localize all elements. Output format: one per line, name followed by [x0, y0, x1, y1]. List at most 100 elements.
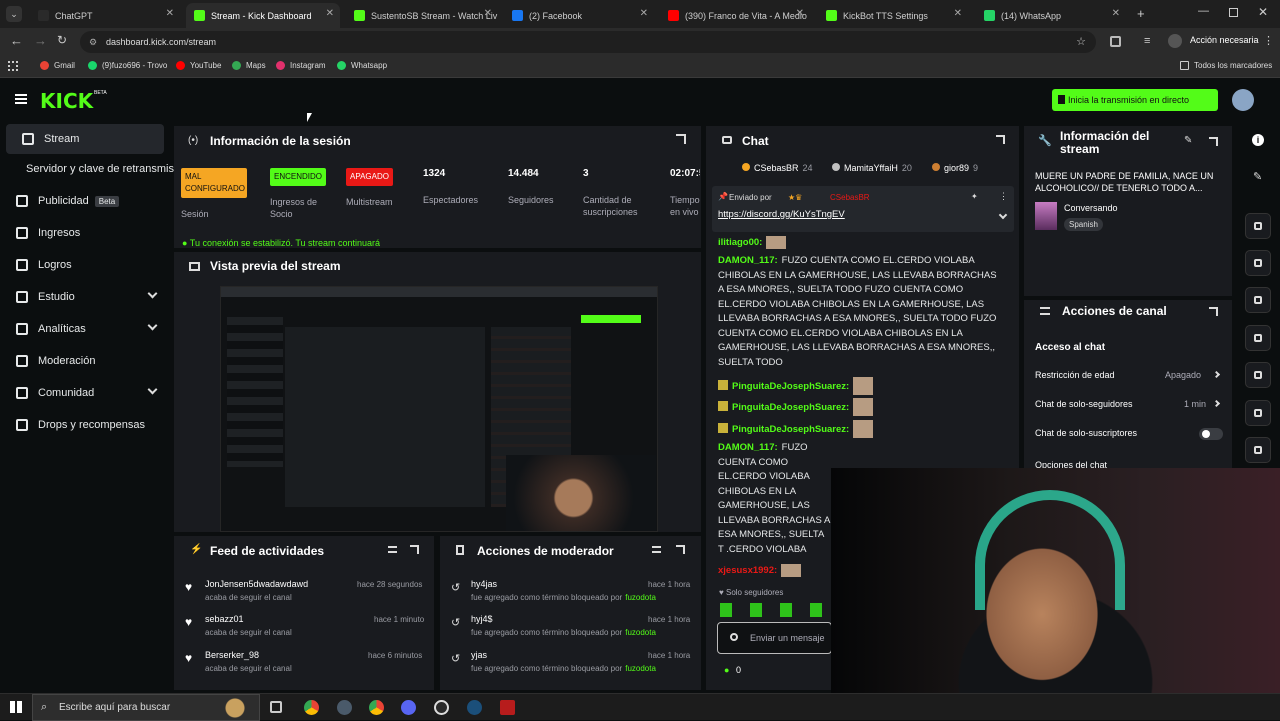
popout-icon[interactable] [676, 545, 685, 554]
browser-tab[interactable]: Stream - Kick Dashboard ✕ [186, 3, 340, 28]
bookmark-link[interactable]: (9)fuzo696 - Trovo [88, 61, 167, 70]
moderator-name[interactable]: fuzodota [625, 628, 656, 637]
pinned-link[interactable]: https://discord.gg/KuYsTngEV [718, 209, 845, 220]
bookmark-star-icon[interactable]: ☆ [1076, 31, 1086, 53]
bookmark-link[interactable]: Instagram [276, 61, 326, 70]
popout-icon[interactable] [410, 545, 419, 554]
app-icon[interactable] [337, 700, 352, 715]
bookmark-link[interactable]: Gmail [40, 61, 75, 70]
profile-icon[interactable] [1168, 34, 1182, 48]
tab-close-icon[interactable]: ✕ [326, 8, 334, 19]
popout-icon[interactable] [1209, 307, 1218, 316]
discord-icon[interactable] [401, 700, 416, 715]
windows-start-icon[interactable] [10, 701, 22, 713]
apps-grid-icon[interactable] [8, 61, 18, 71]
task-view-icon[interactable] [270, 701, 282, 713]
bookmark-link[interactable]: YouTube [176, 61, 221, 70]
kick-points-counter[interactable]: ● 0 [724, 665, 741, 675]
pinned-menu-icon[interactable]: ⋮ [999, 191, 1008, 202]
sidebar-item[interactable]: Estudio [0, 282, 166, 312]
lightning-icon[interactable] [1245, 250, 1271, 276]
chat-icon[interactable] [1245, 325, 1271, 351]
url-input[interactable]: ⚙ dashboard.kick.com/stream ☆ [80, 31, 1096, 53]
hamburger-menu-icon[interactable] [15, 94, 27, 104]
browser-tab[interactable]: (2) Facebook ✕ [504, 3, 654, 28]
document-icon[interactable] [1245, 287, 1271, 313]
activity-user[interactable]: Berserker_98 [205, 650, 259, 660]
info-icon[interactable]: i [1252, 134, 1264, 146]
reload-icon[interactable]: ↻ [57, 33, 67, 47]
close-window-icon[interactable]: ✕ [1258, 5, 1268, 19]
chat-username[interactable]: ilitiago00: [718, 237, 762, 248]
chevron-down-icon[interactable] [147, 320, 158, 331]
tab-close-icon[interactable]: ✕ [1112, 8, 1120, 19]
chat-username[interactable]: DAMON_117: [718, 442, 778, 453]
back-icon[interactable]: ← [10, 33, 23, 48]
chat-setting-value[interactable]: Apagado [1165, 370, 1201, 380]
obs-icon[interactable] [434, 700, 449, 715]
chevron-down-icon[interactable] [147, 384, 158, 395]
popout-icon[interactable] [996, 135, 1005, 144]
taskbar-search-input[interactable]: ⌕ Escribe aquí para buscar [32, 694, 260, 721]
category-name[interactable]: Conversando [1064, 203, 1118, 213]
top-gifter[interactable]: CSebasBR 24 [742, 163, 813, 173]
user-avatar[interactable] [1232, 89, 1254, 111]
tab-close-icon[interactable]: ✕ [166, 8, 174, 19]
sidebar-item[interactable]: Stream [6, 124, 164, 154]
site-info-icon[interactable]: ⚙ [89, 31, 97, 53]
filter-icon[interactable] [388, 546, 397, 553]
chrome-icon[interactable] [304, 700, 319, 715]
action-needed-button[interactable]: Acción necesaria [1190, 35, 1259, 45]
chat-username[interactable]: DAMON_117: [718, 255, 778, 266]
tab-close-icon[interactable]: ✕ [640, 8, 648, 19]
stream-preview-video[interactable] [220, 286, 658, 532]
browser-tab[interactable]: (14) WhatsApp ✕ [976, 3, 1126, 28]
chevron-down-icon[interactable] [147, 288, 158, 299]
new-tab-icon[interactable]: + [1137, 6, 1145, 21]
all-bookmarks-link[interactable]: Todos los marcadores [1180, 61, 1272, 70]
chat-setting-value[interactable]: 1 min [1184, 399, 1206, 409]
browser-menu-icon[interactable]: ⋮ [1263, 34, 1274, 47]
filter-icon[interactable] [652, 546, 661, 553]
sidebar-item[interactable]: Comunidad [0, 378, 166, 408]
popout-icon[interactable] [1209, 137, 1218, 146]
unpin-icon[interactable]: ✦ [971, 192, 978, 201]
toggle-switch[interactable] [1199, 428, 1223, 440]
tab-list-icon[interactable]: ⌄ [6, 6, 22, 22]
steam-icon[interactable] [467, 700, 482, 715]
chat-username[interactable]: PinguitaDeJosephSuarez: [732, 402, 849, 413]
extensions-icon[interactable] [1110, 36, 1121, 47]
bookmark-link[interactable]: Whatsapp [337, 61, 387, 70]
browser-tab[interactable]: (390) Franco de Vita - A Medio ✕ [660, 3, 810, 28]
sidebar-item[interactable]: Publicidad Beta [0, 186, 166, 216]
media-icon[interactable]: ≡ [1144, 35, 1150, 47]
minimize-icon[interactable]: — [1198, 5, 1209, 17]
browser-tab[interactable]: SustentoSB Stream - Watch Liv ✕ [346, 3, 498, 28]
camera-icon[interactable] [1245, 213, 1271, 239]
activity-user[interactable]: JonJensen5dwadawdawd [205, 579, 308, 589]
chat-username[interactable]: xjesusx1992: [718, 565, 777, 576]
top-gifter[interactable]: MamitaYffaiH 20 [832, 163, 912, 173]
top-gifter[interactable]: gior89 9 [932, 163, 978, 173]
maximize-icon[interactable] [1229, 8, 1238, 17]
popout-icon[interactable] [676, 134, 686, 144]
edit-rail-icon[interactable]: ✎ [1253, 170, 1262, 183]
chat-username[interactable]: PinguitaDeJosephSuarez: [732, 381, 849, 392]
bookmark-link[interactable]: Maps [232, 61, 266, 70]
list-icon[interactable] [1245, 400, 1271, 426]
dota-icon[interactable] [500, 700, 515, 715]
activity-user[interactable]: sebazz01 [205, 614, 244, 624]
browser-tab[interactable]: ChatGPT ✕ [30, 3, 180, 28]
wrench-icon[interactable] [1245, 437, 1271, 463]
sidebar-item[interactable]: Analíticas [0, 314, 166, 344]
browser-tab[interactable]: KickBot TTS Settings ✕ [818, 3, 968, 28]
kick-logo[interactable]: KICK [40, 89, 93, 113]
tab-close-icon[interactable]: ✕ [954, 8, 962, 19]
sidebar-item[interactable]: Logros [0, 250, 166, 280]
broadcast-icon[interactable] [1245, 362, 1271, 388]
expand-chevron-icon[interactable] [998, 210, 1008, 220]
sidebar-item[interactable]: Drops y recompensas [0, 410, 166, 440]
edit-pencil-icon[interactable]: ✎ [1184, 135, 1192, 146]
chat-input[interactable]: Enviar un mensaje [717, 622, 832, 654]
tab-close-icon[interactable]: ✕ [484, 8, 492, 19]
